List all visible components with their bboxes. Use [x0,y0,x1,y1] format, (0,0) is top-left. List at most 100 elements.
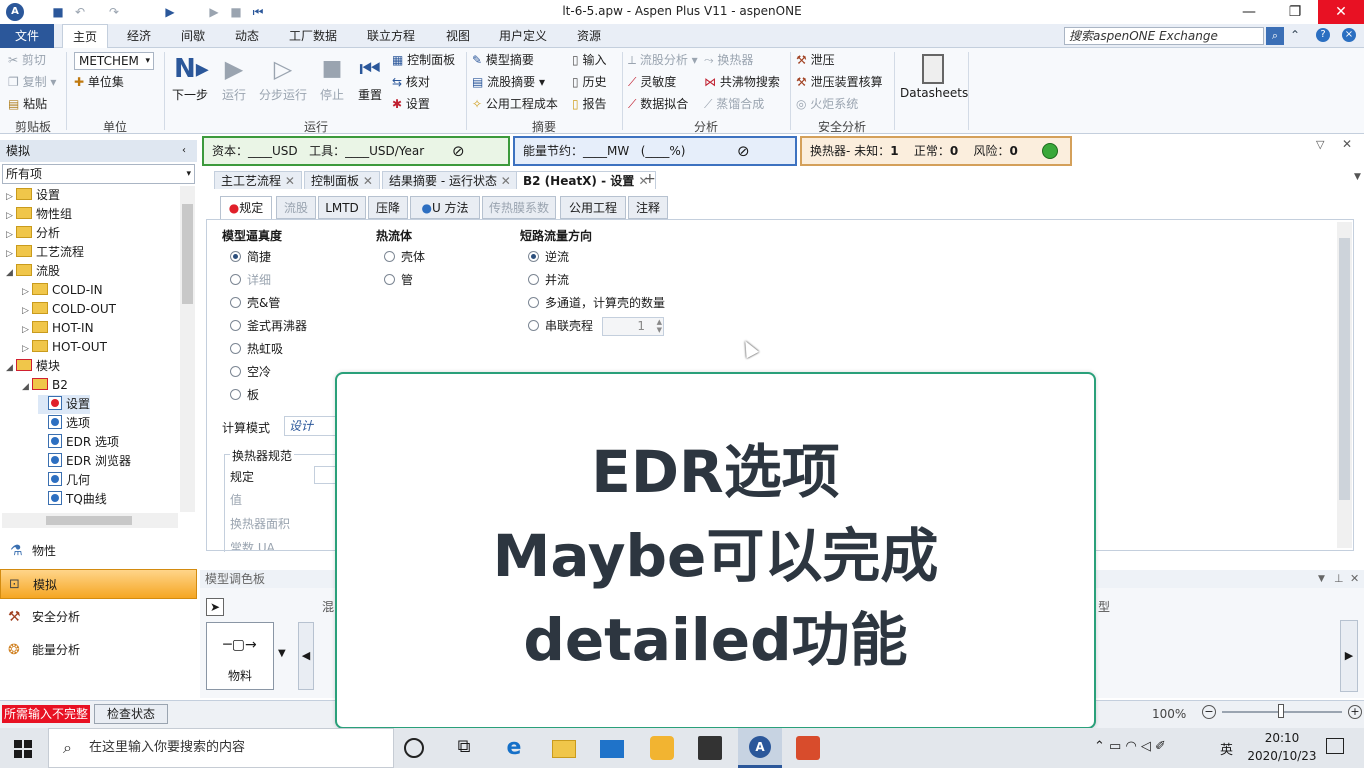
utility-cost-button[interactable]: ✧ 公用工程成本 [472,94,558,114]
mail-icon[interactable] [600,740,624,758]
flow-cocurrent[interactable]: 并流 [528,269,665,292]
check-button[interactable]: ⇆ 核对 [392,72,430,92]
unit-set-button[interactable]: ✚ 单位集 [74,72,124,92]
spin-down-icon[interactable]: ▼ [657,326,662,334]
azeotrope-search-button[interactable]: ⋈ 共沸物搜索 [704,72,780,92]
stream-type-dropdown[interactable]: ▼ [278,648,286,659]
hx-status-icon[interactable] [1042,143,1058,159]
tree-item[interactable]: TQ曲线 [38,490,107,509]
copy-button[interactable]: ❐ 复制 ▾ [8,72,56,92]
form-tab-pressure-drop[interactable]: 压降 [368,196,408,219]
presentation-app-icon[interactable] [796,736,820,760]
search-input[interactable]: 搜索aspenONE Exchange [1064,27,1264,45]
minimize-button[interactable]: — [1226,0,1272,24]
tree-item[interactable]: EDR 浏览器 [38,452,131,471]
nav-button-energy[interactable]: ❂ 能量分析 [0,635,197,665]
aspen-taskbar-button[interactable]: A [738,728,782,768]
palette-scroll-right[interactable]: ▶ [1340,620,1358,692]
calc-mode-select[interactable]: 设计 [284,416,336,436]
nav-button-properties[interactable]: ⚗ 物性 [0,536,197,566]
palette-menu-icon[interactable]: ▼ [1318,570,1325,588]
stream-analysis-button[interactable]: ⟂ 流股分析 ▾ [628,50,698,70]
control-panel-button[interactable]: ▦ 控制面板 [392,50,455,70]
tab-customize[interactable]: 用户定义 [490,24,556,48]
collapse-arrow-icon[interactable]: ◢ [22,378,32,397]
fidelity-option-thermosyphon[interactable]: 热虹吸 [230,338,307,361]
tab-plant-data[interactable]: 工厂数据 [280,24,346,48]
close-palette-icon[interactable]: ✕ [1350,570,1359,588]
tree-item[interactable]: ▷ 工艺流程 [6,243,84,262]
zoom-out-icon[interactable]: − [1202,705,1216,719]
form-vertical-scrollbar[interactable] [1337,222,1352,548]
tree-item[interactable]: ▷ COLD-IN [22,281,103,300]
datasheets-button[interactable]: Datasheets [900,50,968,100]
form-tab-comments[interactable]: 注释 [628,196,668,219]
doc-tab-main-flowsheet[interactable]: 主工艺流程 ✕ [214,171,302,189]
palette-tab-user-models[interactable]: 型 [1098,598,1110,615]
tree-item[interactable]: ▷ HOT-IN [22,319,94,338]
form-tab-film-coefficients[interactable]: 传热膜系数 [482,196,556,219]
input-button[interactable]: ▯ 输入 [572,50,606,70]
tree-horizontal-scrollbar[interactable] [2,513,178,528]
tree-item[interactable]: ▷ COLD-OUT [22,300,116,319]
tree-vertical-scrollbar[interactable] [180,186,195,512]
input-method-indicator[interactable]: 英 [1220,739,1233,758]
relief-device-button[interactable]: ⚒ 泄压装置核算 [796,72,883,92]
fidelity-option-shell-tube[interactable]: 壳&管 [230,292,307,315]
fidelity-option-air-cooled[interactable]: 空冷 [230,361,307,384]
store-icon[interactable] [698,736,722,760]
tree-item[interactable]: EDR 选项 [38,433,119,452]
doc-tab-b2-setup[interactable]: B2 (HeatX) - 设置 ✕ [516,171,656,189]
collapse-arrow-icon[interactable]: ◢ [6,359,16,378]
unit-set-select[interactable]: METCHEM ▾ [74,52,154,70]
close-tab-icon[interactable]: ✕ [363,174,373,188]
scroll-thumb[interactable] [1339,238,1350,500]
tab-batch[interactable]: 间歇 [170,24,216,48]
report-button[interactable]: ▯ 报告 [572,94,606,114]
tree-item[interactable]: 几何 [38,471,90,490]
close-button[interactable]: ✕ [1318,0,1364,24]
collapse-strip-icon[interactable]: ▽ [1316,138,1324,151]
close-strip-icon[interactable]: ✕ [1342,137,1352,151]
nav-button-simulation[interactable]: ⊡ 模拟 [0,569,197,599]
tree-item[interactable]: ▷ HOT-OUT [22,338,107,357]
series-shells-stepper[interactable]: 1 ▲ ▼ [602,317,664,336]
tab-equation-oriented[interactable]: 联立方程 [358,24,424,48]
form-tab-specifications[interactable]: ●规定 [220,196,272,219]
tree-item[interactable]: 选项 [38,414,90,433]
pointer-tool[interactable]: ➤ [206,598,224,616]
data-fit-button[interactable]: ⟋ 数据拟合 [628,94,688,114]
tab-resources[interactable]: 资源 [566,24,612,48]
fidelity-option-kettle[interactable]: 釜式再沸器 [230,315,307,338]
cortana-icon[interactable] [404,738,424,758]
flare-system-button[interactable]: ◎ 火炬系统 [796,94,858,114]
scroll-thumb[interactable] [182,204,193,304]
fidelity-option-shortcut[interactable]: 简捷 [230,246,307,269]
doc-tab-results-summary[interactable]: 结果摘要 - 运行状态 ✕ [382,171,518,189]
doc-tab-control-panel[interactable]: 控制面板 ✕ [304,171,380,189]
fidelity-option-detailed[interactable]: 详细 [230,269,307,292]
collapse-ribbon-icon[interactable]: ⌃ [1290,28,1300,42]
form-tab-u-method[interactable]: ●U 方法 [410,196,480,219]
heat-exchanger-button[interactable]: ⤳ 换热器 [704,50,753,70]
zoom-slider-thumb[interactable] [1278,704,1284,718]
stream-summary-button[interactable]: ▤ 流股摘要 ▾ [472,72,545,92]
tree-item[interactable]: ▷ 物性组 [6,205,72,224]
windows-start-icon[interactable] [14,740,32,758]
close-tab-icon[interactable]: ✕ [501,174,511,188]
tree-item[interactable]: ◢ 模块 [6,357,60,376]
collapse-arrow-icon[interactable]: ◢ [6,264,16,283]
system-tray-icons[interactable]: ⌃ ▭ ◠ ◁ ✐ [1094,739,1166,754]
zoom-in-icon[interactable]: + [1348,705,1362,719]
hot-fluid-shell[interactable]: 壳体 [384,246,425,269]
form-tab-streams[interactable]: 流股 [276,196,316,219]
check-status-button[interactable]: 检查状态 [94,704,168,724]
tab-list-icon[interactable]: ▼ [1354,172,1361,182]
tab-home[interactable]: 主页 [62,24,108,49]
tab-view[interactable]: 视图 [436,24,480,48]
edge-icon[interactable]: e [502,736,526,760]
history-button[interactable]: ▯ 历史 [572,72,606,92]
clock-time[interactable]: 20:10 [1250,731,1314,745]
sensitivity-button[interactable]: ⟋ 灵敏度 [628,72,676,92]
menu-file[interactable]: 文件 [0,24,54,48]
